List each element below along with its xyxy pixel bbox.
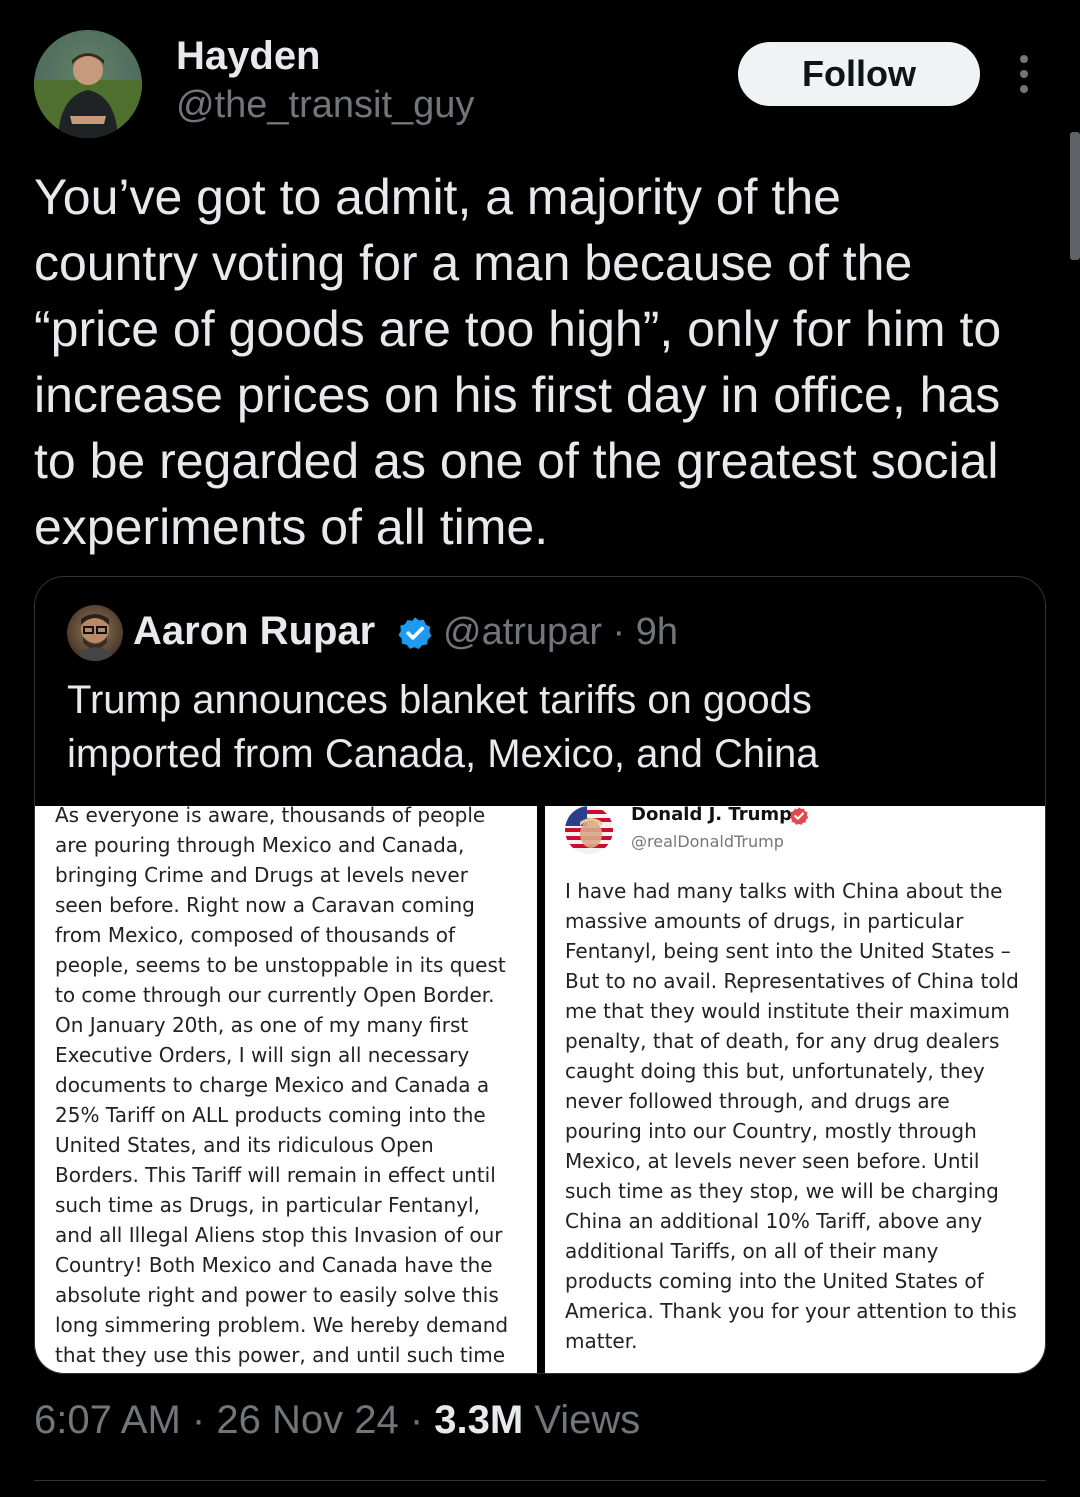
quoted-tweet[interactable]: Aaron Rupar @atrupar · 9h Trump announce… — [34, 576, 1046, 1374]
meta-separator: · — [191, 1398, 206, 1442]
media-image-right[interactable]: Donald J. Trump @realDonaldTrump I have … — [545, 806, 1045, 1373]
tweet-header: Hayden @the_transit_guy Follow — [0, 0, 1080, 150]
author-name[interactable]: Hayden — [176, 34, 321, 79]
scrollbar[interactable] — [1070, 132, 1080, 260]
left-post-text: As everyone is aware, thousands of peopl… — [55, 806, 509, 1367]
author-handle[interactable]: @the_transit_guy — [176, 84, 474, 127]
views-count[interactable]: 3.3M — [434, 1398, 523, 1442]
truth-verified-badge-icon — [789, 806, 809, 826]
author-avatar[interactable] — [34, 30, 142, 138]
right-post-text: I have had many talks with China about t… — [565, 879, 1019, 1353]
meta-separator: · — [409, 1398, 424, 1442]
quote-author-name[interactable]: Aaron Rupar — [133, 609, 375, 654]
truth-author-handle: @realDonaldTrump — [631, 832, 784, 851]
quote-text: Trump announces blanket tariffs on goods… — [67, 678, 819, 776]
divider — [34, 1480, 1046, 1481]
quote-author-handle-time[interactable]: @atrupar · 9h — [443, 611, 678, 654]
truth-author-name: Donald J. Trump — [631, 806, 793, 825]
tweet-meta: 6:07 AM · 26 Nov 24 · 3.3M Views — [34, 1398, 640, 1443]
media-image-left[interactable]: As everyone is aware, thousands of peopl… — [35, 806, 537, 1373]
verified-badge-icon — [397, 615, 433, 651]
quote-media[interactable]: As everyone is aware, thousands of peopl… — [35, 806, 1045, 1373]
views-label: Views — [534, 1398, 641, 1442]
tweet-time[interactable]: 6:07 AM — [34, 1398, 181, 1442]
follow-button[interactable]: Follow — [738, 42, 980, 106]
tweet-date[interactable]: 26 Nov 24 — [216, 1398, 398, 1442]
quote-author-avatar[interactable] — [67, 605, 123, 661]
truth-author-avatar — [565, 806, 613, 854]
tweet-text: You’ve got to admit, a majority of the c… — [34, 169, 1002, 555]
more-vertical-icon[interactable] — [1010, 52, 1038, 98]
